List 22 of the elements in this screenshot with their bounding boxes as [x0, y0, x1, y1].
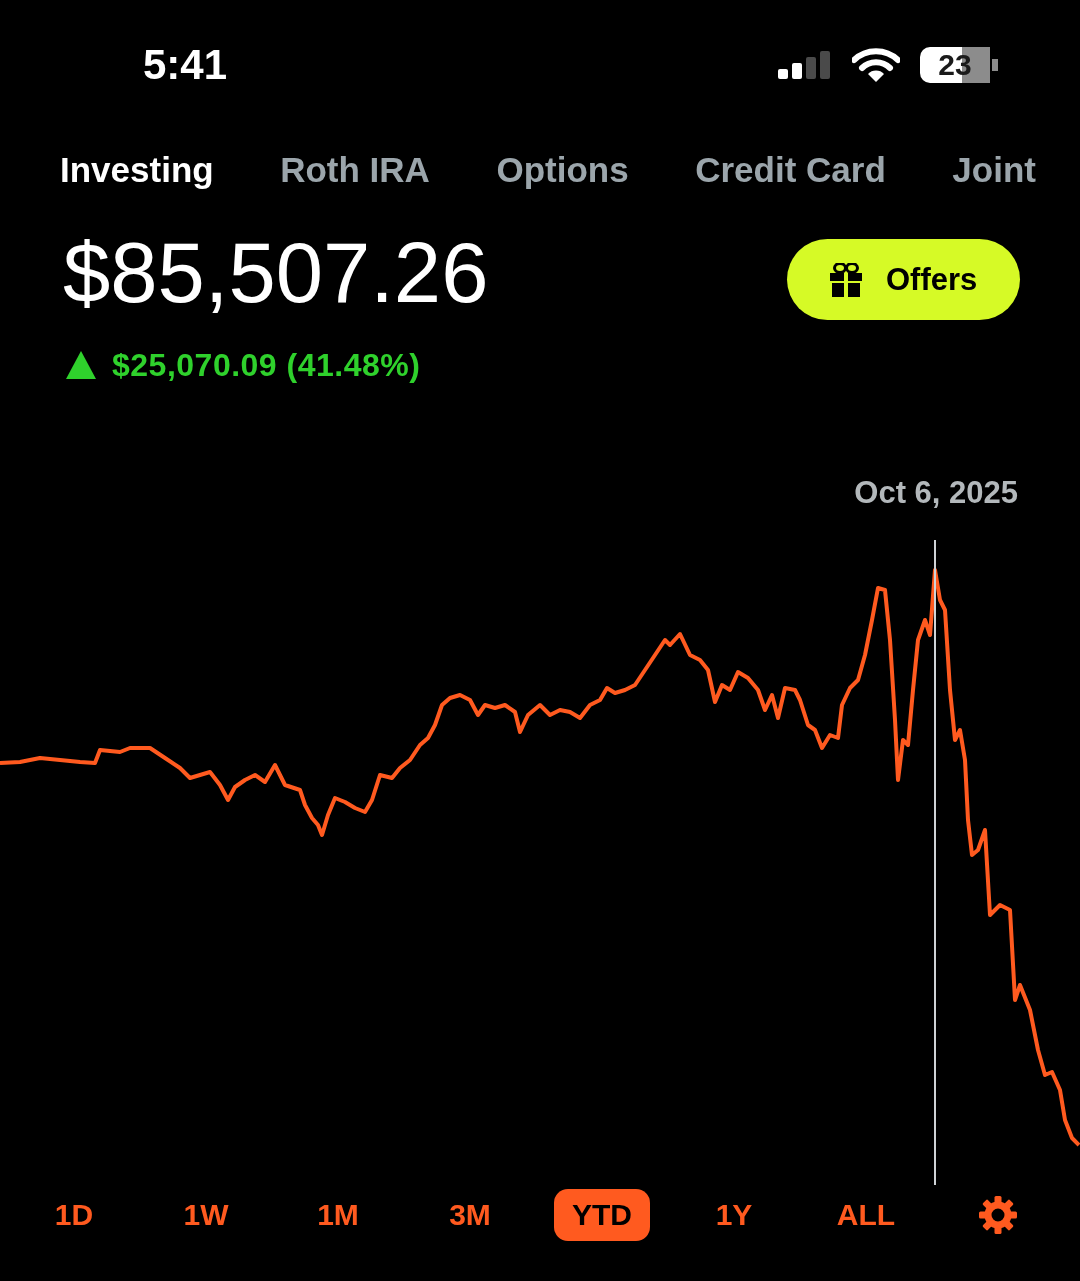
- account-tab[interactable]: Credit Card: [695, 150, 886, 190]
- portfolio-balance: $85,507.26: [63, 223, 489, 322]
- account-tab[interactable]: Options: [496, 150, 629, 190]
- account-tab[interactable]: Joint: [952, 150, 1036, 190]
- cellular-signal-icon: [778, 51, 832, 79]
- time-range-tab[interactable]: 1M: [299, 1189, 377, 1241]
- account-tab[interactable]: Roth IRA: [280, 150, 430, 190]
- portfolio-change: $25,070.09 (41.48%): [112, 346, 421, 384]
- account-tab[interactable]: Investing: [60, 150, 214, 190]
- gift-icon: [830, 262, 862, 297]
- time-range-tab[interactable]: ALL: [818, 1189, 914, 1241]
- time-range-tab[interactable]: 1D: [36, 1189, 112, 1241]
- offers-button[interactable]: Offers: [787, 239, 1020, 320]
- chart-date-label: Oct 6, 2025: [854, 474, 1018, 511]
- wifi-icon: [852, 48, 900, 82]
- status-time: 5:41: [143, 41, 228, 89]
- time-range-tab[interactable]: 3M: [431, 1189, 509, 1241]
- battery-indicator: 23: [920, 47, 998, 83]
- settings-icon[interactable]: [979, 1196, 1017, 1234]
- time-range-tab[interactable]: 1W: [165, 1189, 247, 1241]
- time-range-tab[interactable]: YTD: [554, 1189, 650, 1241]
- time-range-tab[interactable]: 1Y: [697, 1189, 771, 1241]
